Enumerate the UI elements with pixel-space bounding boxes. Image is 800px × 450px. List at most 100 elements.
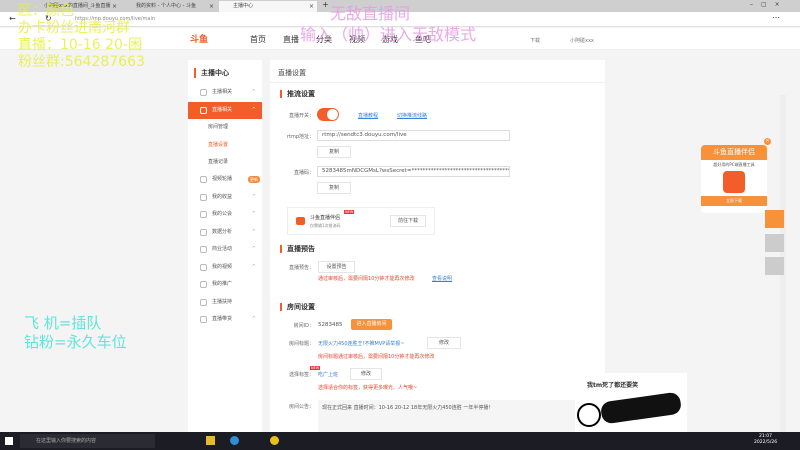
sidebar-item-analytics[interactable]: 数据分析 ^ xyxy=(188,224,262,241)
close-icon[interactable]: × xyxy=(309,1,314,12)
copy-rtmp-button[interactable]: 复制 xyxy=(317,146,351,158)
chevron-icon: ^ xyxy=(251,89,256,95)
tag-hint: 选择适合你的标签，获得更多曝光、人气哦~ xyxy=(318,385,418,391)
sidebar-item-video-loop[interactable]: 视频轮播 更新 xyxy=(188,171,262,188)
promo-subtitle: 仅需输1次推流码 xyxy=(310,223,341,228)
meme-image: 我tm死了都还要笑 xyxy=(575,373,687,432)
overlay-text: 飞 机=插队 钻粉=永久车位 xyxy=(24,314,127,351)
rtmp-label: rtmp地址： xyxy=(286,134,314,140)
windows-start-icon[interactable] xyxy=(5,437,13,445)
browser-tab-active[interactable]: 主播中心 × xyxy=(219,1,317,12)
shield-icon xyxy=(200,211,207,218)
tutorial-link[interactable]: 直播教程 xyxy=(358,112,378,119)
sidebar-item-income[interactable]: 我的收益 ^ xyxy=(188,189,262,206)
close-icon[interactable]: × xyxy=(764,138,771,145)
taskbar-search[interactable]: 在这里输入你要搜索的内容 xyxy=(20,434,155,448)
sidebar-item-room[interactable]: 房间管理 xyxy=(188,119,262,136)
rtmp-input[interactable]: rtmp://sendtc3.douyu.com/live xyxy=(317,130,510,141)
robot-float-button[interactable] xyxy=(765,257,784,275)
home-float-button[interactable] xyxy=(765,234,784,252)
chevron-icon: ^ xyxy=(251,229,256,235)
switch-line-link[interactable]: 切换推流线路 xyxy=(397,112,427,119)
meme-caption: 我tm死了都还要笑 xyxy=(587,382,639,389)
bag-icon xyxy=(200,316,207,323)
companion-promo-card: 斗鱼直播伴侣 NEW 仅需输1次推流码 前往下载 xyxy=(287,207,435,235)
sidebar-item-records[interactable]: 直播记录 xyxy=(188,154,262,171)
sidebar-item-live-settings[interactable]: 直播设置 xyxy=(188,137,262,154)
sidebar-item-support[interactable]: 主播扶持 xyxy=(188,294,262,311)
sidebar-item-guild[interactable]: 我的公会 ^ xyxy=(188,206,262,223)
mic-icon xyxy=(200,281,207,288)
wallet-icon xyxy=(200,194,207,201)
notice-label: 直播预告： xyxy=(288,265,314,271)
doc-icon xyxy=(200,246,207,253)
live-switch-toggle[interactable] xyxy=(317,108,339,121)
title-hint: 房间标题通过审核后，需要间隔10分钟才能再次修改 xyxy=(318,354,435,360)
douyu-logo[interactable]: 斗鱼 xyxy=(190,32,226,46)
sidebar-item-promo[interactable]: 我的推广 xyxy=(188,276,262,293)
back-icon[interactable]: ← xyxy=(9,14,16,23)
chevron-icon: ^ xyxy=(251,211,256,217)
video-icon xyxy=(200,264,207,271)
room-tag: 吃广上班 xyxy=(318,372,339,378)
clock[interactable]: 21:07 2022/5/26 xyxy=(754,434,777,446)
notice-help-link[interactable]: 查看说明 xyxy=(432,275,452,282)
push-heading: 推流设置 xyxy=(280,90,315,98)
copy-code-button[interactable]: 复制 xyxy=(317,182,351,194)
sidebar-item-commerce[interactable]: 直播带货 ^ xyxy=(188,311,262,328)
room-heading: 房间设置 xyxy=(280,303,315,311)
more-icon[interactable]: ⋯ xyxy=(772,13,780,22)
enter-room-button[interactable]: 进入直播房间 xyxy=(351,319,392,330)
sidebar-item-anchor[interactable]: 主播相关 ^ xyxy=(188,84,262,101)
new-badge: NEW xyxy=(344,210,355,214)
nav-home[interactable]: 首页 xyxy=(250,34,266,45)
update-badge: 更新 xyxy=(248,176,260,183)
chevron-icon: ^ xyxy=(251,316,256,322)
overlay-text: 区：颜色 办卡粉丝进南河群 直播：10-16 20-困 粉丝群:564287663 xyxy=(18,3,145,70)
clock-icon xyxy=(200,229,207,236)
window-controls[interactable]: –▢× xyxy=(750,1,788,8)
sidebar-item-business[interactable]: 商业活动 ^ xyxy=(188,241,262,258)
chevron-icon: ^ xyxy=(251,194,256,200)
chevron-icon: ^ xyxy=(251,264,256,270)
sidebar-item-videos[interactable]: 我的视频 ^ xyxy=(188,259,262,276)
mic-icon xyxy=(200,89,207,96)
set-notice-button[interactable]: 设置预告 xyxy=(318,261,355,273)
play-float-button[interactable] xyxy=(765,210,784,228)
announcement-label: 房间公告： xyxy=(288,404,314,410)
code-label: 直播码： xyxy=(293,170,314,176)
close-icon[interactable]: × xyxy=(209,1,214,12)
ad-subtitle: 超好用的PC端直播工具 xyxy=(713,162,755,167)
promo-title: 斗鱼直播伴侣 xyxy=(310,215,341,221)
app-icon xyxy=(723,171,745,193)
overlay-text: 输入（帅）进入无敌模式 xyxy=(300,25,477,44)
download-link[interactable]: 下载 xyxy=(530,37,540,44)
thumbs-up-icon xyxy=(200,299,207,306)
sidebar-item-live[interactable]: 直播相关 ^ xyxy=(188,102,262,119)
go-download-button[interactable]: 前往下载 xyxy=(390,215,426,227)
divider xyxy=(270,82,605,83)
notice-hint: 通过审核后，需要间隔10分钟才能再次修改 xyxy=(318,276,415,282)
new-badge: NEW xyxy=(310,366,321,370)
companion-icon xyxy=(296,217,305,225)
modify-title-button[interactable]: 修改 xyxy=(427,337,461,349)
room-id: 5283485 xyxy=(318,322,343,328)
modify-tag-button[interactable]: 修改 xyxy=(350,368,382,380)
chevron-icon: ^ xyxy=(251,107,256,113)
notice-heading: 直播预告 xyxy=(280,245,315,253)
user-menu[interactable]: 小阿碰xxx xyxy=(570,37,594,44)
nav-live[interactable]: 直播 xyxy=(283,34,299,45)
file-explorer-icon[interactable] xyxy=(206,436,215,445)
app-icon[interactable] xyxy=(270,436,279,445)
announcement-textarea[interactable]: 现在正式回来 直播时间：10-16 20-12 18年无限火力450连胜 一年半… xyxy=(318,400,598,432)
stream-code-input[interactable]: 5283485mNDCGMsL?wsSecret=***************… xyxy=(317,166,510,177)
page-title: 直播设置 xyxy=(278,69,306,77)
edge-icon[interactable] xyxy=(230,436,239,445)
ad-title: 斗鱼直播伴侣 xyxy=(701,145,767,160)
room-title-label: 房间标题： xyxy=(288,341,314,347)
ad-download-button[interactable]: 立即下载 xyxy=(701,196,767,206)
companion-float-ad[interactable]: 斗鱼直播伴侣 超好用的PC端直播工具 立即下载 xyxy=(701,145,767,213)
main-panel: 直播设置 推流设置 直播开关： 直播教程 切换推流线路 rtmp地址： rtmp… xyxy=(270,60,605,432)
new-tab-button[interactable]: + xyxy=(322,0,329,9)
taskbar: 在这里输入你要搜索的内容 21:07 2022/5/26 xyxy=(0,432,800,450)
